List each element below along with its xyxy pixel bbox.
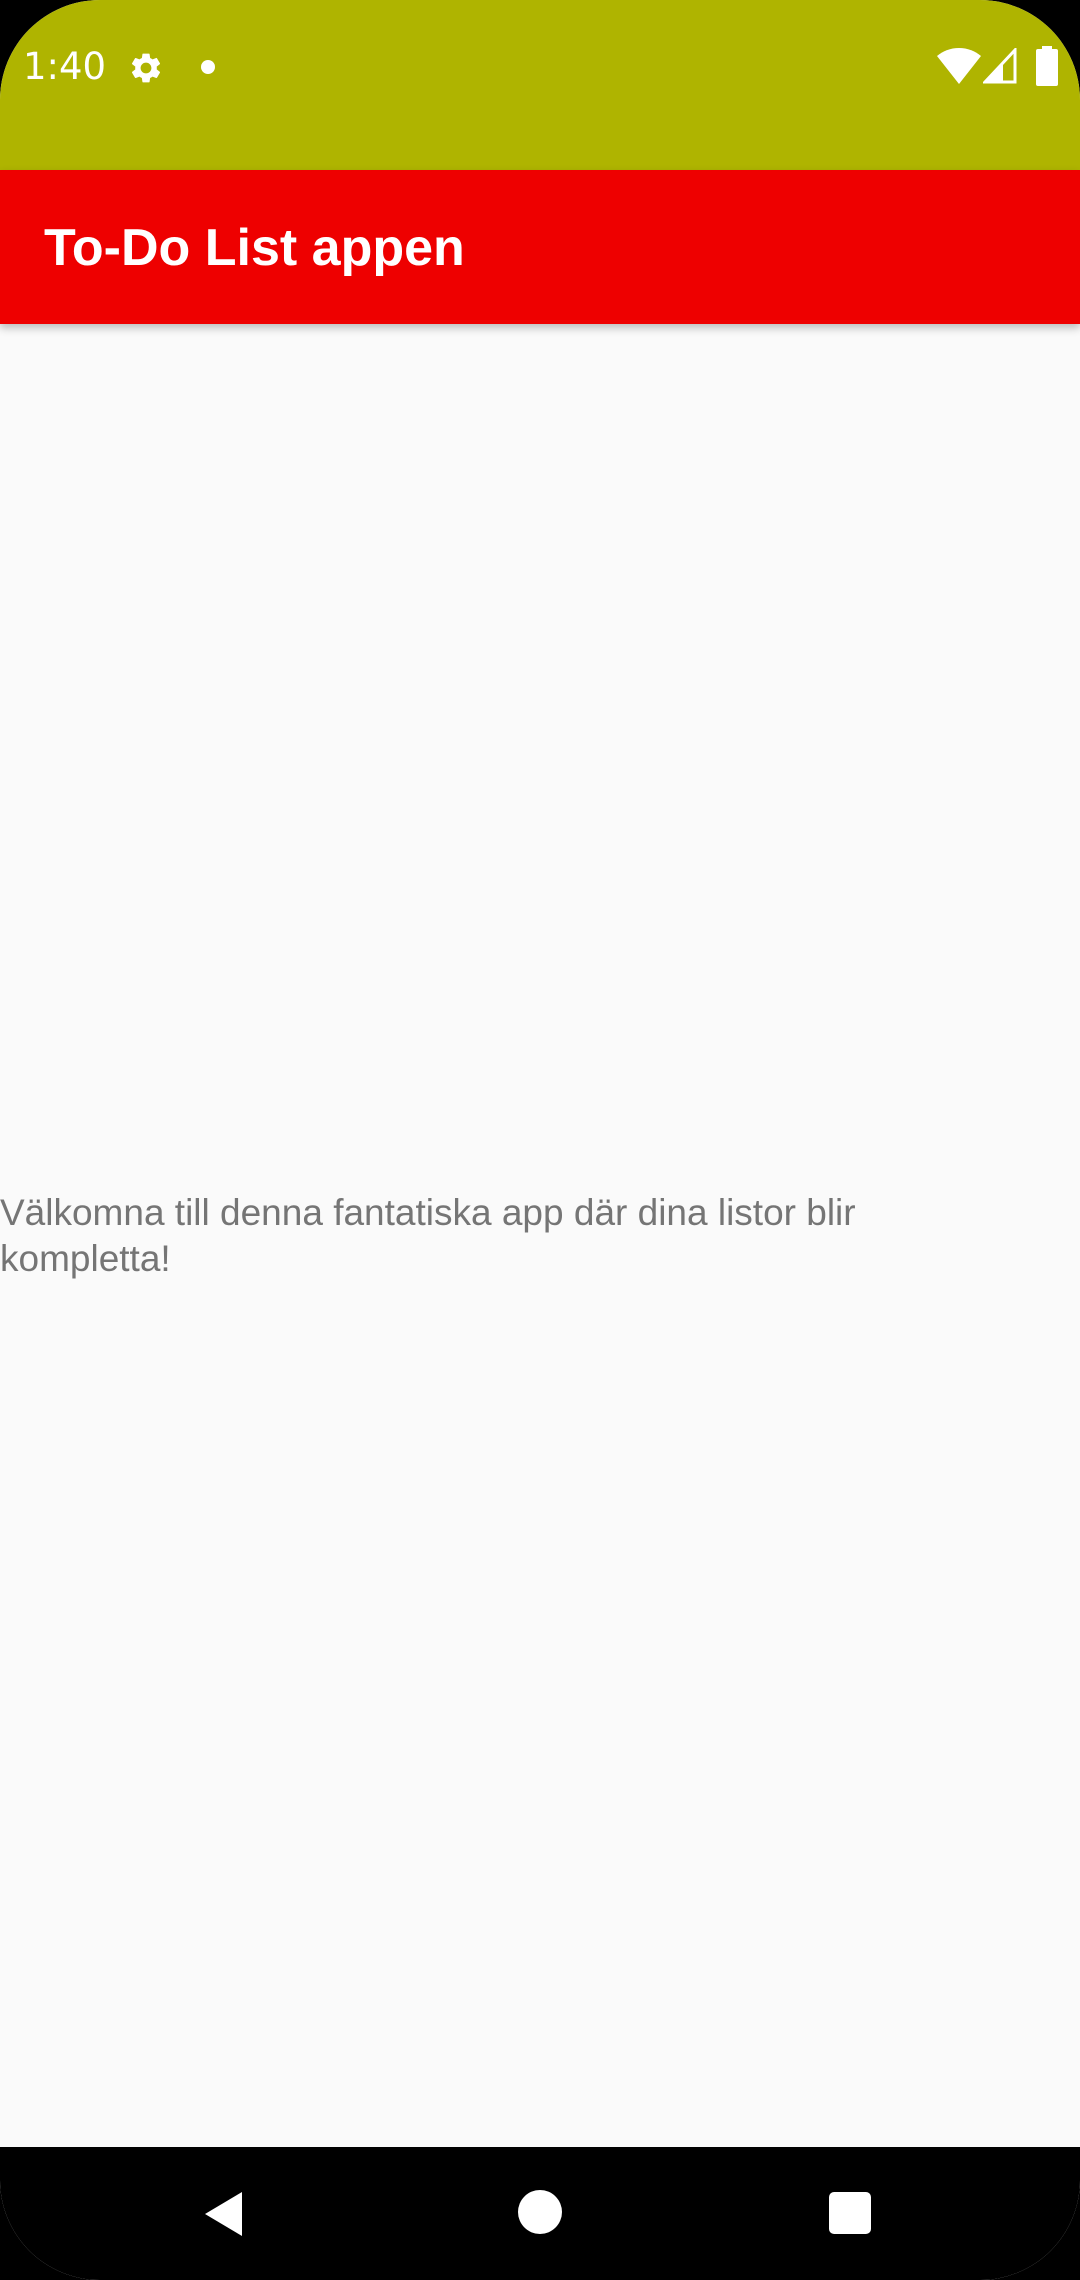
- device-screen: 1:40 To-Do List appen Välkomna till denn…: [0, 0, 1080, 2280]
- app-title: To-Do List appen: [44, 219, 465, 277]
- wifi-icon: [937, 48, 981, 84]
- navigation-bar: [0, 2147, 1080, 2280]
- status-bar: 1:40: [0, 0, 1080, 170]
- notification-dot-icon: [201, 60, 215, 74]
- status-time: 1:40: [23, 45, 107, 88]
- main-content: Välkomna till denna fantatiska app där d…: [0, 324, 1080, 2147]
- home-icon[interactable]: [518, 2190, 562, 2234]
- settings-icon: [131, 53, 161, 83]
- cell-signal-icon: [983, 48, 1017, 84]
- app-bar: To-Do List appen: [0, 170, 1080, 324]
- battery-icon: [1036, 46, 1058, 86]
- back-icon[interactable]: [200, 2189, 250, 2239]
- welcome-text: Välkomna till denna fantatiska app där d…: [0, 1192, 856, 1279]
- recents-icon[interactable]: [829, 2192, 871, 2234]
